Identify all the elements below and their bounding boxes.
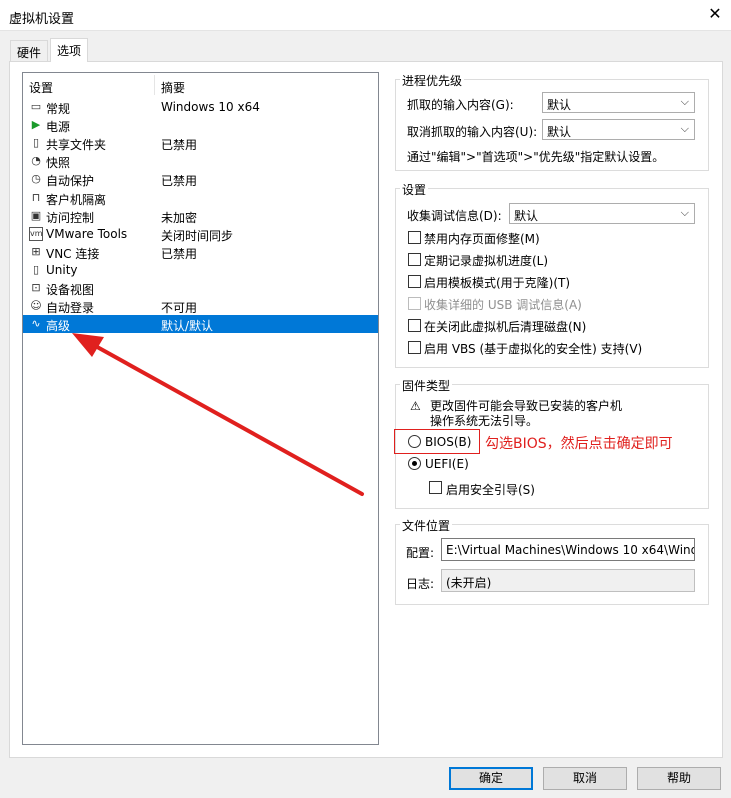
annotation-arrow bbox=[72, 333, 364, 496]
config-path-field[interactable]: E:\Virtual Machines\Windows 10 x64\Windo… bbox=[441, 538, 695, 561]
ok-button[interactable]: 确定 bbox=[449, 767, 533, 790]
tab-options[interactable]: 选项 bbox=[50, 38, 89, 62]
help-button[interactable]: 帮助 bbox=[637, 767, 721, 790]
log-path-field[interactable]: (未开启) bbox=[441, 569, 695, 592]
file-location-group bbox=[395, 524, 709, 605]
log-label: 日志: bbox=[406, 577, 435, 591]
file-location-label: 文件位置 bbox=[400, 517, 453, 534]
cancel-button[interactable]: 取消 bbox=[543, 767, 627, 790]
config-label: 配置: bbox=[406, 546, 435, 560]
